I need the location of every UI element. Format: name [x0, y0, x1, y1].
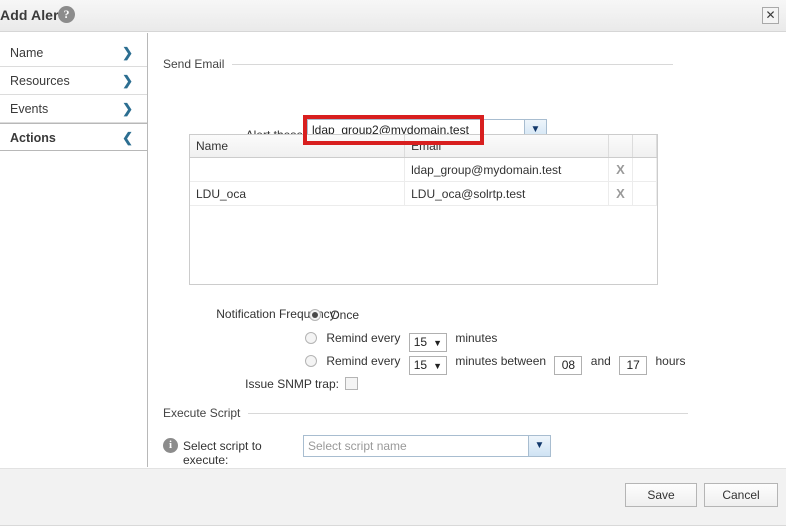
radio-once-label: Once: [330, 308, 359, 322]
chevron-down-icon: ▼: [433, 338, 442, 348]
select-script-combo[interactable]: ▼: [303, 435, 551, 457]
actions-panel: Send Email Alert these users: ▼ Name Ema…: [149, 33, 786, 467]
save-button[interactable]: Save: [625, 483, 697, 507]
and-label: and: [591, 354, 611, 368]
page-title: Add Alert: [0, 7, 63, 23]
send-email-legend: Send Email: [163, 57, 232, 71]
table-row[interactable]: ldap_group@mydomain.test X: [190, 158, 657, 182]
end-hour-input[interactable]: 17: [619, 356, 647, 375]
column-header-email: Email: [405, 135, 609, 158]
sidebar-item-label: Name: [10, 46, 43, 60]
table-row[interactable]: LDU_oca LDU_oca@solrtp.test X: [190, 182, 657, 206]
sidebar-item-resources[interactable]: Resources ❯: [0, 67, 147, 95]
radio-remind-every-label: Remind every: [326, 331, 400, 345]
remind-between-interval-select[interactable]: 15 ▼: [409, 356, 447, 375]
close-icon[interactable]: ✕: [762, 7, 779, 24]
column-header-remove: [609, 135, 633, 158]
cell-name: [190, 158, 405, 182]
help-circle-icon[interactable]: ?: [58, 6, 75, 23]
snmp-trap-label: Issue SNMP trap:: [193, 377, 339, 391]
radio-remind-every[interactable]: [305, 332, 317, 344]
notification-option-remind-between[interactable]: Remind every 15▼ minutes between 08 and …: [305, 352, 686, 370]
sidebar-item-events[interactable]: Events ❯: [0, 95, 147, 123]
hours-label: hours: [655, 354, 685, 368]
chevron-down-icon: ▼: [433, 361, 442, 371]
dialog-footer: Save Cancel: [0, 468, 786, 526]
cancel-button[interactable]: Cancel: [704, 483, 778, 507]
select-script-label: Select script to execute:: [169, 439, 309, 467]
sidebar-item-label: Events: [10, 102, 48, 116]
sidebar-item-actions[interactable]: Actions ❮: [0, 123, 147, 151]
execute-script-legend: Execute Script: [163, 406, 248, 420]
remind-interval-value: 15: [414, 335, 427, 349]
remind-minutes-label: minutes: [455, 331, 497, 345]
remove-row-icon[interactable]: X: [616, 162, 625, 177]
cell-spacer: [633, 158, 657, 182]
sidebar-item-label: Actions: [10, 131, 56, 145]
remove-row-icon[interactable]: X: [616, 186, 625, 201]
cell-spacer: [633, 182, 657, 206]
add-alert-dialog: Add Alert ? ✕ Name ❯ Resources ❯ Events …: [0, 0, 786, 526]
radio-remind-between[interactable]: [305, 355, 317, 367]
remind-interval-select[interactable]: 15 ▼: [409, 333, 447, 352]
wizard-sidebar: Name ❯ Resources ❯ Events ❯ Actions ❮: [0, 33, 148, 467]
chevron-left-icon: ❮: [122, 124, 133, 152]
sidebar-item-label: Resources: [10, 74, 70, 88]
recipients-table-container: Name Email ldap_group@mydomain.test X: [189, 134, 658, 285]
radio-remind-between-label: Remind every: [326, 354, 400, 368]
snmp-trap-checkbox[interactable]: [345, 377, 358, 390]
column-header-name: Name: [190, 135, 405, 158]
cell-email: LDU_oca@solrtp.test: [405, 182, 609, 206]
chevron-right-icon: ❯: [122, 67, 133, 95]
notification-option-remind[interactable]: Remind every 15 ▼ minutes: [305, 329, 497, 347]
start-hour-input[interactable]: 08: [554, 356, 582, 375]
chevron-right-icon: ❯: [122, 39, 133, 67]
remind-between-label: minutes between: [455, 354, 546, 368]
select-script-input[interactable]: [304, 436, 528, 456]
cell-email: ldap_group@mydomain.test: [405, 158, 609, 182]
radio-once[interactable]: [309, 309, 321, 321]
remind-between-interval-value: 15: [414, 358, 427, 372]
notification-option-once[interactable]: Once: [309, 306, 359, 324]
recipients-table: Name Email ldap_group@mydomain.test X: [190, 135, 657, 206]
column-header-spacer: [633, 135, 657, 158]
chevron-right-icon: ❯: [122, 95, 133, 123]
chevron-down-icon[interactable]: ▼: [528, 436, 550, 456]
table-header-row: Name Email: [190, 135, 657, 158]
send-email-divider: [163, 64, 673, 65]
dialog-titlebar: Add Alert ? ✕: [0, 0, 786, 32]
cell-name: LDU_oca: [190, 182, 405, 206]
sidebar-item-name[interactable]: Name ❯: [0, 39, 147, 67]
